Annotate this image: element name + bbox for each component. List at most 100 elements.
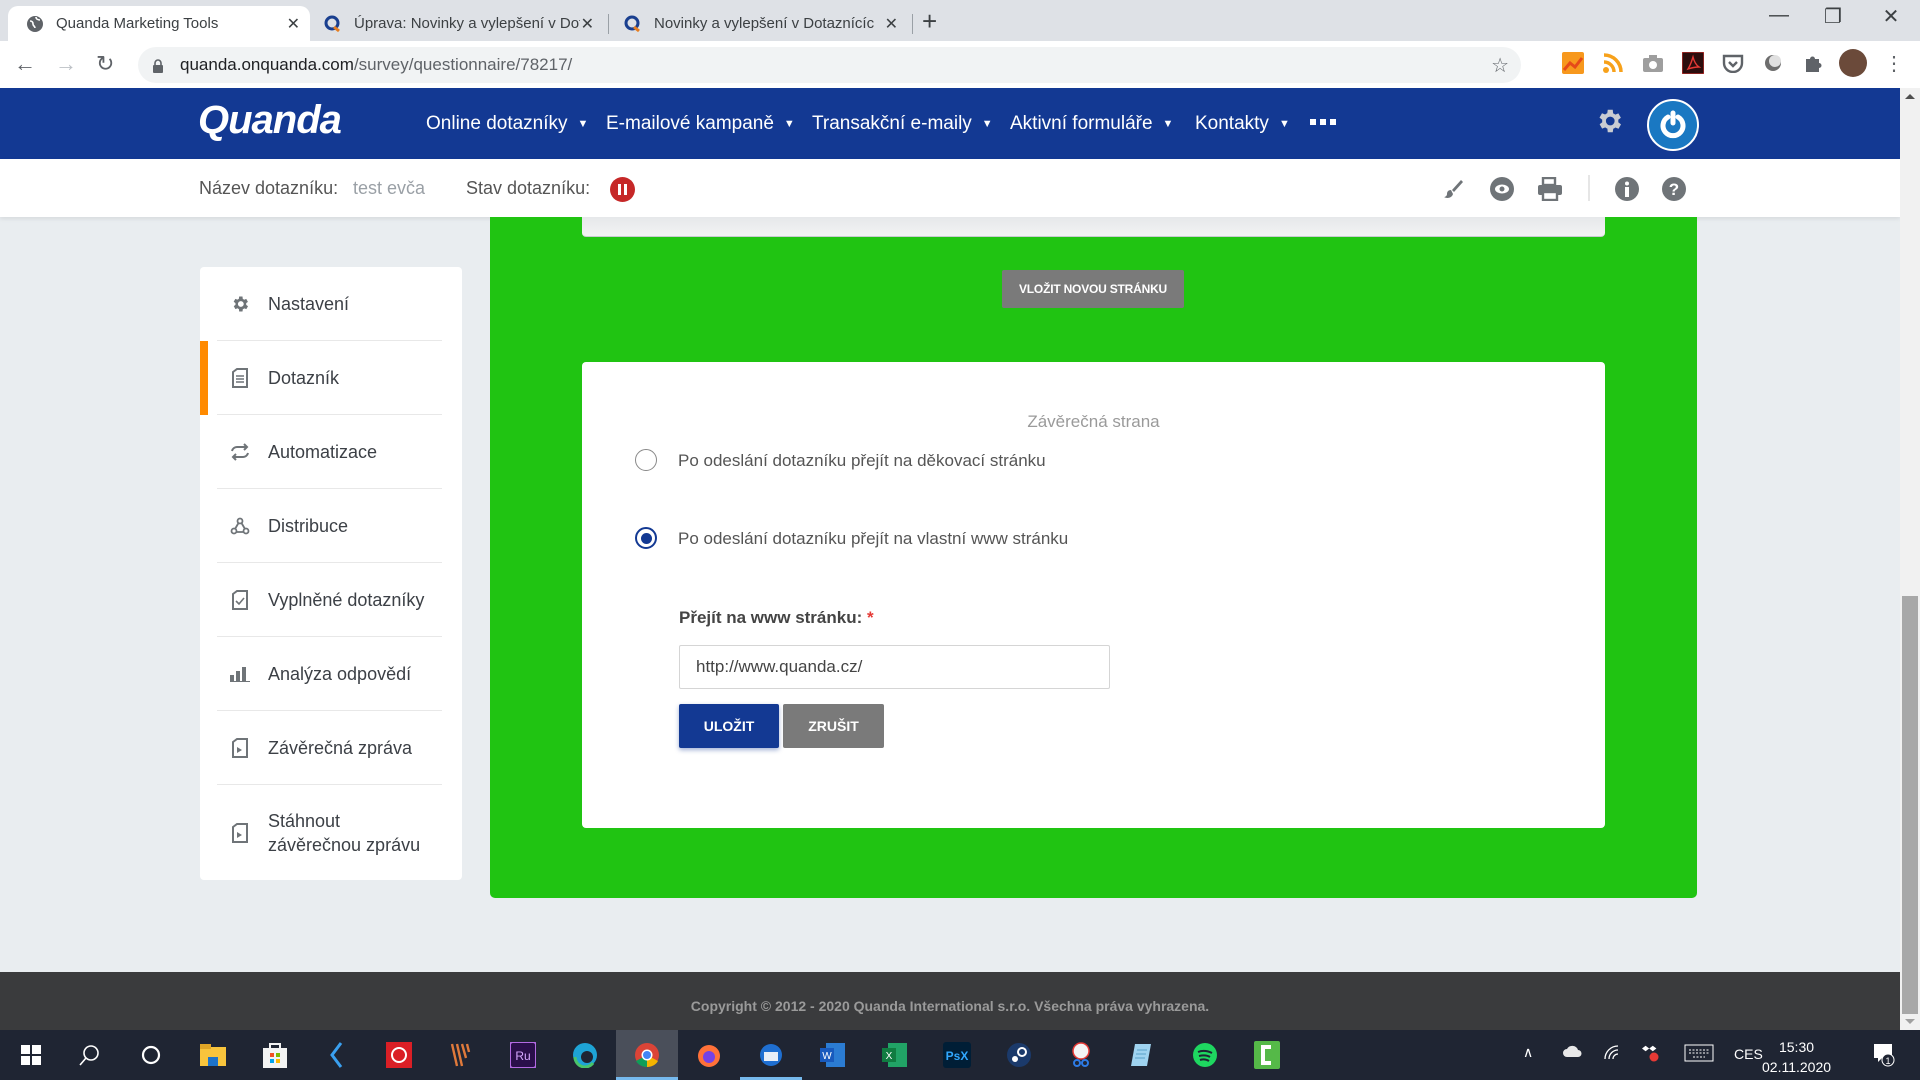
menu-transactional-emails[interactable]: Transakční e-maily ▼ xyxy=(812,88,993,159)
word-icon[interactable]: W xyxy=(802,1030,864,1080)
radio-thank-you-page[interactable] xyxy=(635,449,657,471)
sidebar-item-label: Stáhnout závěrečnou zprávu xyxy=(268,810,421,855)
insert-new-page-button[interactable]: VLOŽIT NOVOU STRÁNKU xyxy=(1002,270,1184,308)
sidebar-item-settings[interactable]: Nastavení xyxy=(217,267,442,341)
more-menu-icon[interactable] xyxy=(1310,119,1336,125)
spotify-icon[interactable] xyxy=(1174,1030,1236,1080)
reload-icon[interactable]: ↻ xyxy=(96,51,114,77)
questionnaire-editor-area: VLOŽIT NOVOU STRÁNKU Závěrečná strana Po… xyxy=(490,217,1697,898)
scrollbar-thumb[interactable] xyxy=(1902,596,1918,1014)
edge-icon[interactable] xyxy=(554,1030,616,1080)
redirect-url-input[interactable] xyxy=(679,645,1110,689)
active-item-indicator xyxy=(200,341,208,415)
print-icon[interactable] xyxy=(1536,175,1564,203)
cortana-icon[interactable] xyxy=(120,1030,182,1080)
scroll-down-arrow-icon[interactable] xyxy=(1905,1019,1915,1024)
dropbox-error-icon[interactable] xyxy=(1642,1044,1660,1065)
kebab-menu-icon[interactable]: ⋮ xyxy=(1882,51,1906,75)
system-clock[interactable]: 15:30 02.11.2020 xyxy=(1762,1037,1831,1077)
maximize-button[interactable]: ❐ xyxy=(1810,4,1856,29)
status-paused-icon[interactable] xyxy=(610,177,635,202)
browser-tab-active[interactable]: Quanda Marketing Tools ✕ xyxy=(8,6,310,41)
chrome-icon[interactable] xyxy=(616,1030,678,1080)
cancel-button[interactable]: ZRUŠIT xyxy=(783,704,884,748)
sidebar-item-response-analysis[interactable]: Analýza odpovědí xyxy=(217,637,442,711)
pdf-extension-icon[interactable] xyxy=(1681,51,1705,75)
brush-icon[interactable] xyxy=(1440,175,1468,203)
scroll-up-arrow-icon[interactable] xyxy=(1905,94,1915,99)
svg-text:?: ? xyxy=(1669,180,1679,199)
notification-count: 1 xyxy=(1885,1056,1890,1066)
app-stripes-icon[interactable] xyxy=(430,1030,492,1080)
sidebar-item-automation[interactable]: Automatizace xyxy=(217,415,442,489)
creative-cloud-icon[interactable] xyxy=(368,1030,430,1080)
sidebar: Nastavení Dotazník Automatizace Distribu… xyxy=(200,267,462,880)
sidebar-item-distribution[interactable]: Distribuce xyxy=(217,489,442,563)
eye-icon[interactable] xyxy=(1488,175,1516,203)
sidebar-item-final-report[interactable]: Závěrečná zpráva xyxy=(217,711,442,785)
notepad-icon[interactable] xyxy=(1112,1030,1174,1080)
photoshop-express-icon[interactable]: PsX xyxy=(926,1030,988,1080)
onedrive-icon[interactable] xyxy=(1562,1044,1582,1061)
sidebar-item-download-report[interactable]: Stáhnout závěrečnou zprávu xyxy=(217,785,442,880)
menu-contacts[interactable]: Kontakty ▼ xyxy=(1195,88,1290,159)
survey-subheader: Název dotazníku: test evča Stav dotazník… xyxy=(0,159,1900,217)
minimize-button[interactable]: — xyxy=(1756,4,1802,27)
save-button[interactable]: ULOŽIT xyxy=(679,704,779,748)
page-scrollbar[interactable] xyxy=(1900,88,1920,1030)
radio-label[interactable]: Po odeslání dotazníku přejít na děkovací… xyxy=(678,451,1046,471)
profile-avatar[interactable] xyxy=(1839,49,1867,77)
puzzle-extensions-icon[interactable] xyxy=(1801,51,1825,75)
radio-custom-url[interactable] xyxy=(635,527,657,549)
snipping-tool-icon[interactable] xyxy=(1050,1030,1112,1080)
url-path: /survey/questionnaire/78217/ xyxy=(353,55,573,74)
show-hidden-icons[interactable]: ∧ xyxy=(1523,1044,1533,1061)
firefox-icon[interactable] xyxy=(678,1030,740,1080)
network-icon[interactable] xyxy=(1603,1044,1621,1063)
checked-document-icon xyxy=(229,589,251,611)
microsoft-store-icon[interactable] xyxy=(244,1030,306,1080)
bookmark-star-icon[interactable]: ☆ xyxy=(1491,53,1509,78)
camtasia-icon[interactable] xyxy=(1236,1030,1298,1080)
close-tab-icon[interactable]: ✕ xyxy=(581,14,594,34)
menu-online-surveys[interactable]: Online dotazníky ▼ xyxy=(426,88,588,159)
pocket-extension-icon[interactable] xyxy=(1721,51,1745,75)
circle-extension-icon[interactable] xyxy=(1761,51,1785,75)
quanda-logo[interactable]: Quanda xyxy=(198,98,342,143)
new-tab-button[interactable]: + xyxy=(922,6,937,36)
app-blue-bolt-icon[interactable] xyxy=(306,1030,368,1080)
menu-email-campaigns[interactable]: E-mailové kampaně ▼ xyxy=(606,88,795,159)
sidebar-item-completed-surveys[interactable]: Vyplněné dotazníky xyxy=(217,563,442,637)
excel-icon[interactable]: X xyxy=(864,1030,926,1080)
browser-tab[interactable]: Novinky a vylepšení v Dotaznících ✕ xyxy=(612,6,908,41)
keyboard-icon[interactable] xyxy=(1684,1044,1714,1065)
menu-label: Online dotazníky xyxy=(426,112,568,134)
power-logout-icon[interactable] xyxy=(1647,99,1699,151)
rss-extension-icon[interactable] xyxy=(1601,51,1625,75)
close-tab-icon[interactable]: ✕ xyxy=(287,14,300,34)
close-window-button[interactable]: ✕ xyxy=(1868,4,1914,29)
sidebar-item-questionnaire[interactable]: Dotazník xyxy=(217,341,442,415)
menu-active-forms[interactable]: Aktivní formuláře ▼ xyxy=(1010,88,1173,159)
file-explorer-icon[interactable] xyxy=(182,1030,244,1080)
svg-text:W: W xyxy=(822,1051,832,1062)
search-icon[interactable] xyxy=(58,1030,120,1080)
analytics-extension-icon[interactable] xyxy=(1561,51,1585,75)
address-bar[interactable]: quanda.onquanda.com/survey/questionnaire… xyxy=(138,47,1521,83)
forward-arrow-icon[interactable]: → xyxy=(55,51,77,77)
close-tab-icon[interactable]: ✕ xyxy=(885,14,898,34)
radio-label[interactable]: Po odeslání dotazníku přejít na vlastní … xyxy=(678,529,1068,549)
notification-center-icon[interactable]: 1 xyxy=(1872,1042,1896,1071)
browser-tab[interactable]: Úprava: Novinky a vylepšení v Dotaz ✕ xyxy=(312,6,604,41)
camera-extension-icon[interactable] xyxy=(1641,51,1665,75)
settings-gear-icon[interactable] xyxy=(1594,106,1624,136)
thunderbird-icon[interactable] xyxy=(740,1030,802,1080)
help-icon[interactable]: ? xyxy=(1660,175,1688,203)
info-icon[interactable] xyxy=(1613,175,1641,203)
steam-icon[interactable] xyxy=(988,1030,1050,1080)
back-arrow-icon[interactable]: ← xyxy=(14,51,36,77)
windows-start-icon[interactable] xyxy=(0,1030,62,1080)
adobe-rush-icon[interactable]: Ru xyxy=(492,1030,554,1080)
input-language[interactable]: CES xyxy=(1734,1046,1763,1062)
caret-down-icon: ▼ xyxy=(1162,117,1174,130)
